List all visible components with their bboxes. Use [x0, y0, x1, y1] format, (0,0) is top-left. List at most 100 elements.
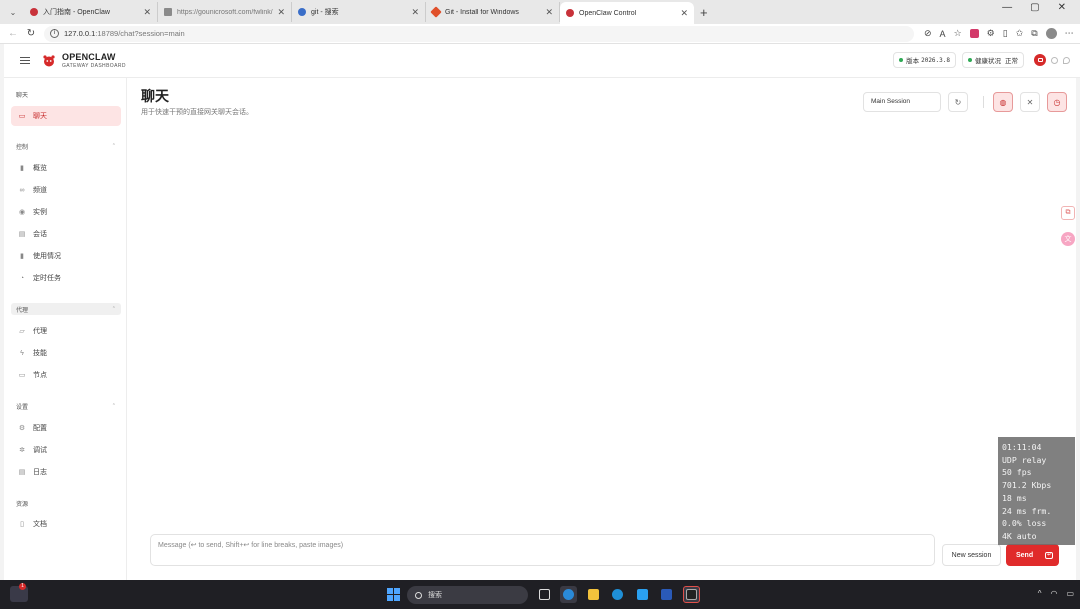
openclaw-favicon-icon — [566, 9, 574, 17]
taskbar-search[interactable]: 搜索 — [407, 586, 528, 604]
sidebar-item-label: 节点 — [33, 372, 47, 379]
refresh-icon: ↻ — [954, 97, 962, 107]
wifi-icon[interactable]: ◠ — [1050, 589, 1057, 598]
store-icon[interactable] — [634, 586, 651, 603]
send-button[interactable]: Send ↵ — [1006, 544, 1059, 566]
theme-dark-icon[interactable] — [1063, 56, 1070, 64]
app-header: OPENCLAW GATEWAY DASHBOARD 版本 2026.3.8 健… — [4, 44, 1080, 78]
windows-start-icon[interactable] — [387, 588, 400, 601]
widgets-icon[interactable]: 1 — [10, 583, 28, 602]
browser-tab[interactable]: Git - Install for Windows ✕ — [426, 2, 560, 22]
extensions-puzzle-icon[interactable]: ⚙ — [987, 28, 995, 39]
message-input[interactable]: Message (↩ to send, Shift+↩ for line bre… — [150, 534, 935, 566]
brain-icon: ◍ — [999, 97, 1007, 107]
more-menu-icon[interactable]: ⋯ — [1065, 28, 1074, 39]
reload-icon[interactable]: ↻ — [22, 28, 40, 39]
theme-system-icon[interactable] — [1034, 54, 1046, 66]
section-label: 聊天 — [16, 92, 29, 99]
sidebar-item-logs[interactable]: ▤ 日志 — [11, 462, 121, 482]
enter-key-icon: ↵ — [1045, 551, 1054, 559]
read-aloud-icon[interactable]: A — [940, 29, 946, 39]
close-tab-icon[interactable]: ✕ — [545, 7, 553, 18]
sidebar-section-chat[interactable]: 聊天 — [11, 88, 121, 100]
close-tab-icon[interactable]: ✕ — [277, 7, 285, 18]
browser-tab[interactable]: 入门指南 - OpenClaw ✕ — [24, 2, 158, 22]
sidebar-item-chat[interactable]: ▭ 聊天 — [11, 106, 121, 126]
sidebar-section-settings[interactable]: 设置 ⌃ — [11, 400, 121, 412]
close-window-icon[interactable]: ✕ — [1058, 2, 1066, 13]
back-icon[interactable]: ← — [4, 28, 22, 39]
sidebar-item-sessions[interactable]: ▤ 会话 — [11, 224, 121, 244]
new-session-button[interactable]: New session — [942, 544, 1001, 566]
focus-mode-button[interactable]: ✕ — [1020, 92, 1040, 112]
new-tab-icon[interactable]: + — [700, 5, 708, 20]
close-tab-icon[interactable]: ✕ — [680, 8, 688, 19]
thinking-toggle-button[interactable]: ◍ — [993, 92, 1013, 112]
cron-sessions-button[interactable]: ◷ — [1047, 92, 1067, 112]
translate-icon[interactable]: ⊘ — [924, 28, 932, 39]
sidebar-item-label: 概览 — [33, 165, 47, 172]
terminal-icon[interactable] — [683, 586, 700, 603]
edge-browser-icon[interactable] — [560, 586, 577, 603]
stats-time: 01:11:04 — [1002, 442, 1042, 452]
collapse-icon: ✕ — [1026, 97, 1034, 107]
tray-chevron-icon[interactable]: ^ — [1038, 589, 1042, 598]
extension-icon[interactable] — [969, 29, 979, 38]
stream-stats-overlay: 01:11:04 UDP relay 50 fps 701.2 Kbps 18 … — [998, 437, 1075, 545]
page-favicon-icon — [164, 8, 172, 16]
task-view-icon[interactable] — [536, 586, 553, 603]
sidebar-item-nodes[interactable]: ▭ 节点 — [11, 365, 121, 385]
close-tab-icon[interactable]: ✕ — [411, 7, 419, 18]
theme-light-icon[interactable] — [1051, 56, 1058, 64]
tab-list-chevron-icon[interactable]: ⌄ — [4, 3, 22, 21]
split-screen-icon[interactable]: ▯ — [1003, 28, 1008, 39]
collections-icon[interactable]: ⧉ — [1031, 28, 1037, 39]
health-label: 健康状况 — [975, 58, 1001, 65]
sidebar-item-usage[interactable]: ▮ 使用情况 — [11, 246, 121, 266]
openclaw-favicon-icon — [30, 8, 38, 16]
menu-hamburger-icon[interactable] — [20, 55, 30, 66]
url-host: 127.0.0.1 — [64, 29, 96, 38]
sidebar-item-docs[interactable]: ▯ 文档 — [11, 514, 121, 534]
site-info-icon[interactable]: i — [50, 29, 59, 38]
browser-tab[interactable]: https://gounicrosoft.com/fwlink/?l ✕ — [158, 2, 292, 22]
url-field[interactable]: i 127.0.0.1:18789/chat?session=main — [44, 25, 914, 42]
file-explorer-icon[interactable] — [585, 586, 602, 603]
sidebar-item-debug[interactable]: ✲ 调试 — [11, 440, 121, 460]
notification-icon[interactable]: ▭ — [1066, 589, 1074, 598]
brand-name: OPENCLAW — [62, 51, 116, 62]
chat-icon: ▭ — [18, 113, 26, 120]
session-select[interactable]: Main Session — [863, 92, 941, 112]
browser-tab-active[interactable]: OpenClaw Control ✕ — [560, 2, 694, 24]
favorite-star-icon[interactable]: ☆ — [954, 28, 962, 39]
version-pill: 版本 2026.3.8 — [893, 52, 956, 68]
refresh-button[interactable]: ↻ — [948, 92, 968, 112]
stats-bitrate: 701.2 Kbps — [1002, 480, 1052, 491]
sidebar-section-agents[interactable]: 代理 ⌃ — [11, 303, 121, 315]
powershell-icon[interactable] — [658, 586, 675, 603]
screenshot-tool-icon[interactable]: ⧉ — [1061, 206, 1075, 220]
browser-tab[interactable]: git - 搜索 ✕ — [292, 2, 426, 22]
translate-assistant-icon[interactable]: 文 — [1061, 232, 1075, 246]
stats-frame-time: 24 ms frm. — [1002, 505, 1052, 516]
sidebar-item-skills[interactable]: ϟ 技能 — [11, 343, 121, 363]
maximize-icon[interactable]: ▢ — [1030, 2, 1039, 13]
sidebar-section-control[interactable]: 控制 ⌃ — [11, 140, 121, 152]
minimize-icon[interactable]: — — [1002, 2, 1012, 13]
profile-avatar[interactable] — [1045, 28, 1057, 39]
sidebar-item-channels[interactable]: ∞ 频道 — [11, 180, 121, 200]
sidebar-item-config[interactable]: ⚙ 配置 — [11, 418, 121, 438]
edge-app-icon[interactable] — [609, 586, 626, 603]
close-tab-icon[interactable]: ✕ — [143, 7, 151, 18]
usage-chart-icon: ▮ — [20, 253, 24, 260]
sidebar-item-cron[interactable]: ◔ 定时任务 — [11, 268, 121, 288]
sidebar-section-resources[interactable]: 资源 — [11, 497, 121, 509]
page-title: 聊天 — [141, 88, 169, 104]
favorites-icon[interactable]: ✩ — [1016, 28, 1024, 39]
sidebar-item-label: 频道 — [33, 187, 47, 194]
sidebar-item-overview[interactable]: ▮ 概览 — [11, 158, 121, 178]
sidebar: 聊天 ▭ 聊天 控制 ⌃ ▮ 概览 ∞ 频道 ◉ 实例 ▤ 会话 ▮ 使用情况 ◔ 定时任务 … — [4, 78, 127, 580]
stats-latency: 18 ms — [1002, 492, 1027, 503]
sidebar-item-agents[interactable]: ▱ 代理 — [11, 321, 121, 341]
sidebar-item-instances[interactable]: ◉ 实例 — [11, 202, 121, 222]
